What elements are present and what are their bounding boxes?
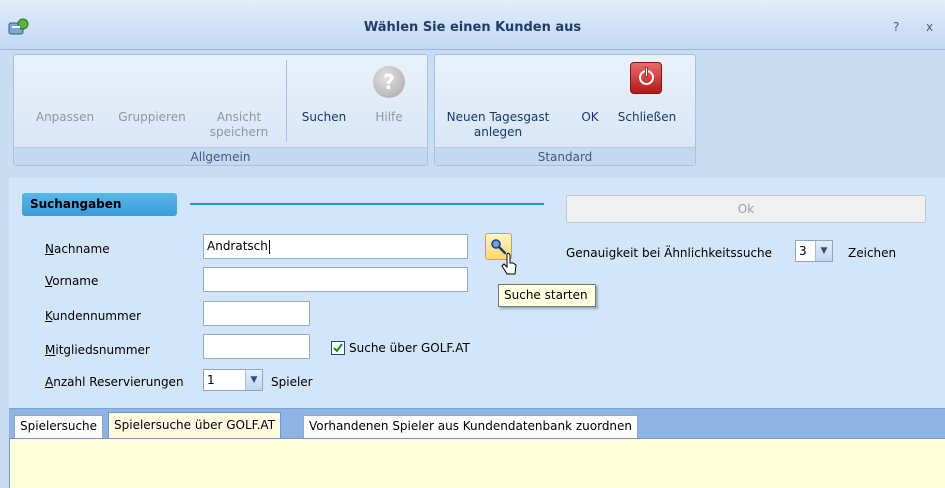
hilfe-label: Hilfe — [375, 110, 403, 124]
mitgliedsnummer-label-text: itgliedsnummer — [55, 343, 150, 357]
anzahl-label-text: nzahl Reservierungen — [53, 375, 184, 389]
neuen-tagesgast-anlegen-button[interactable]: Neuen Tagesgast anlegen — [440, 110, 556, 140]
suchen-button[interactable]: Suchen — [293, 110, 355, 125]
ribbon-separator — [286, 60, 287, 142]
anpassen-label: Anpassen — [35, 110, 95, 124]
vorname-label-text: orname — [52, 274, 99, 288]
ansicht-label-1: Ansicht — [216, 110, 262, 124]
nachname-accesskey: N — [45, 242, 54, 256]
schliessen-label: Schließen — [617, 110, 677, 124]
group-caption-standard: Standard — [435, 147, 695, 165]
kundennummer-label-text: undennummer — [52, 309, 142, 323]
mitgliedsnummer-input[interactable] — [203, 334, 310, 359]
tab-spieler-zuordnen[interactable]: Vorhandenen Spieler aus Kundendatenbank … — [303, 415, 639, 438]
mouse-cursor-icon — [501, 252, 517, 275]
group-caption-allgemein: Allgemein — [14, 147, 427, 165]
help-title-button[interactable]: ? — [893, 20, 899, 34]
text-caret — [268, 239, 270, 254]
anzahl-select[interactable]: 1 ▼ — [203, 369, 263, 391]
tab-content-area — [9, 438, 945, 488]
schliessen-button[interactable]: Schließen — [616, 110, 678, 125]
power-bar — [645, 67, 648, 77]
section-title: Suchangaben — [22, 193, 177, 216]
anpassen-button[interactable]: Anpassen — [30, 110, 100, 125]
ansicht-label-2: speichern — [209, 125, 269, 139]
kundennummer-label: Kundennummer — [45, 309, 141, 323]
suchen-label: Suchen — [301, 110, 347, 124]
title-bar: Wählen Sie einen Kunden aus ? x — [0, 0, 945, 50]
chevron-down-icon: ▼ — [245, 370, 262, 390]
gruppieren-button[interactable]: Gruppieren — [113, 110, 191, 125]
tab-spielersuche-golf-at[interactable]: Spielersuche über GOLF.AT — [108, 412, 282, 439]
anzahl-label: Anzahl Reservierungen — [45, 375, 184, 389]
hilfe-button[interactable]: Hilfe — [364, 110, 414, 125]
genauigkeit-select[interactable]: 3 ▼ — [795, 240, 833, 262]
golf-at-checkbox-label[interactable]: Suche über GOLF.AT — [349, 341, 470, 355]
section-divider — [190, 203, 544, 205]
tab-spielersuche[interactable]: Spielersuche — [14, 415, 104, 438]
window-title: Wählen Sie einen Kunden aus — [363, 20, 582, 35]
ok-ribbon-button[interactable]: OK — [576, 110, 604, 125]
search-tooltip: Suche starten — [498, 284, 596, 307]
vorname-input[interactable] — [203, 267, 468, 292]
genauigkeit-label: Genauigkeit bei Ähnlichkeitssuche — [566, 246, 773, 260]
neuer-gast-label-2: anlegen — [473, 125, 523, 139]
zeichen-label: Zeichen — [848, 246, 897, 260]
genauigkeit-value: 3 — [799, 244, 807, 258]
nachname-input[interactable]: Andratsch — [203, 234, 468, 259]
anzahl-value: 1 — [207, 373, 215, 387]
ok-ribbon-label: OK — [581, 110, 599, 124]
gruppieren-label: Gruppieren — [118, 110, 186, 124]
chevron-down-icon: ▼ — [815, 241, 832, 261]
power-off-icon — [630, 62, 662, 94]
ansicht-speichern-button[interactable]: Ansicht speichern — [203, 110, 275, 140]
kundennummer-input[interactable] — [203, 301, 310, 326]
mitglied-accesskey: M — [45, 343, 56, 357]
close-window-button[interactable]: x — [926, 20, 933, 34]
nachname-value: Andratsch — [207, 239, 268, 253]
vorname-label: Vorname — [45, 274, 98, 288]
spieler-label: Spieler — [271, 375, 313, 389]
ok-button[interactable]: Ok — [566, 195, 926, 223]
checkmark-icon — [333, 343, 343, 353]
mitgliedsnummer-label: Mitgliedsnummer — [45, 343, 150, 357]
nachname-label-text: achname — [53, 242, 110, 256]
help-icon: ? — [373, 66, 405, 98]
anzahl-accesskey: A — [45, 375, 54, 389]
neuer-gast-label-1: Neuen Tagesgast — [446, 110, 550, 124]
golf-at-checkbox[interactable] — [331, 341, 345, 355]
nachname-label: Nachname — [45, 242, 110, 256]
